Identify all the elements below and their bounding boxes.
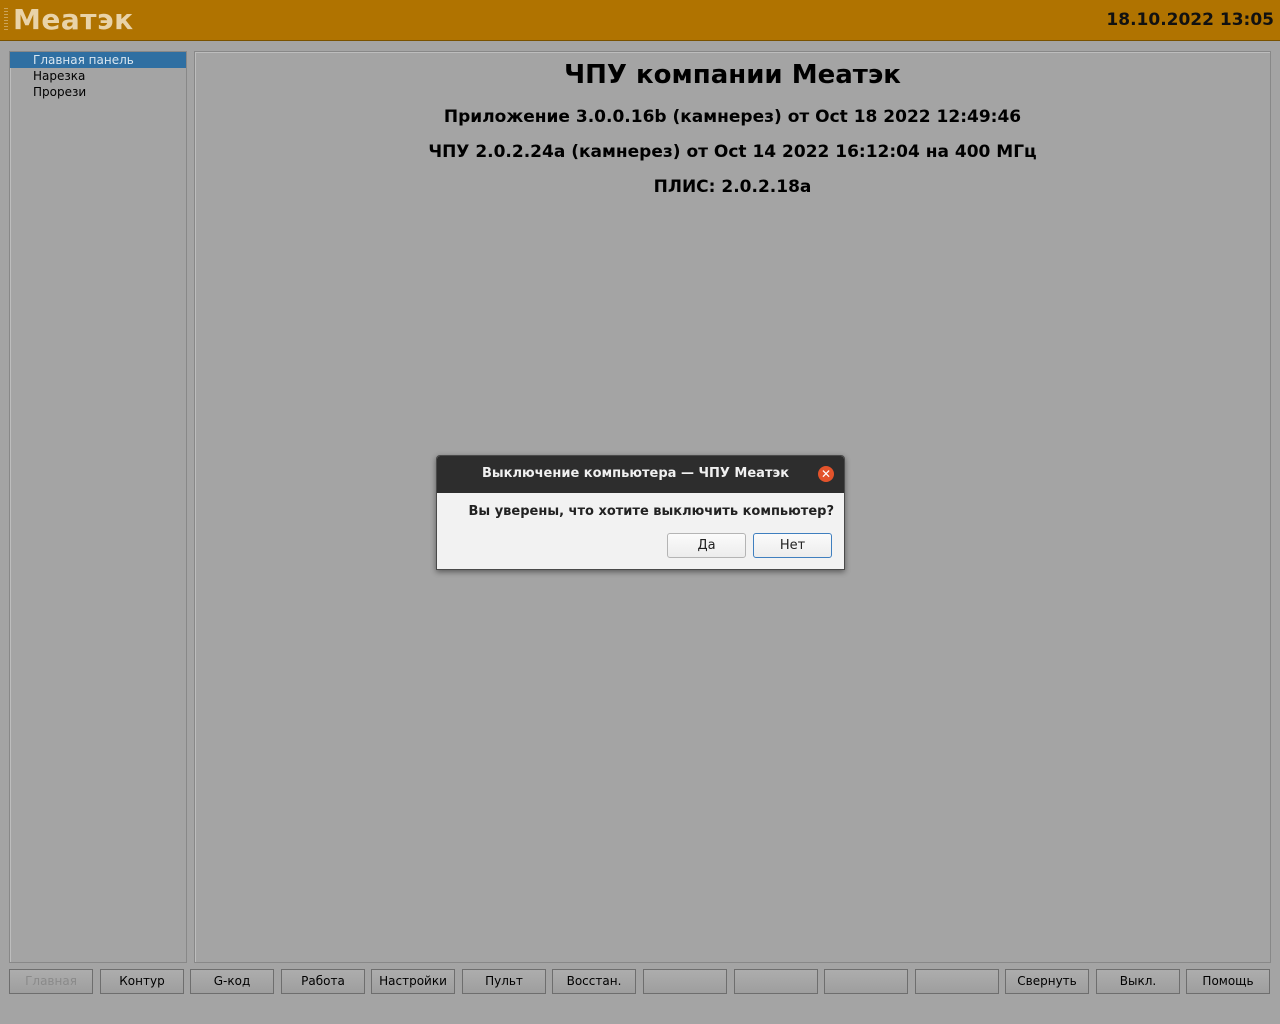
app-title: Меатэк [13,3,134,36]
sidebar: Главная панель Нарезка Прорези [9,51,187,963]
app-header: Меатэк 18.10.2022 13:05 [0,0,1280,41]
sidebar-item-cutting[interactable]: Нарезка [10,68,186,84]
datetime-display: 18.10.2022 13:05 [1106,10,1274,30]
footer-button-remote[interactable]: Пульт [462,969,546,994]
dialog-titlebar[interactable]: Выключение компьютера — ЧПУ Меатэк ✕ [437,456,844,493]
footer-button-work[interactable]: Работа [281,969,365,994]
footer-button-empty-3[interactable] [824,969,908,994]
footer-button-settings[interactable]: Настройки [371,969,455,994]
footer-button-restore[interactable]: Восстан. [552,969,636,994]
shutdown-dialog: Выключение компьютера — ЧПУ Меатэк ✕ Вы … [436,455,845,570]
footer-button-empty-4[interactable] [915,969,999,994]
dialog-message: Вы уверены, что хотите выключить компьют… [468,504,835,519]
sidebar-item-main-panel[interactable]: Главная панель [10,52,186,68]
sidebar-item-slots[interactable]: Прорези [10,84,186,100]
cnc-version-text: ЧПУ 2.0.2.24a (камнерез) от Oct 14 2022 … [428,142,1037,162]
page-title: ЧПУ компании Меатэк [564,60,901,90]
app-version-text: Приложение 3.0.0.16b (камнерез) от Oct 1… [443,107,1022,127]
footer-toolbar: Главная Контур G-код Работа Настройки Пу… [9,969,1271,994]
close-icon[interactable]: ✕ [818,466,834,482]
footer-button-contour[interactable]: Контур [100,969,184,994]
footer-button-empty-2[interactable] [734,969,818,994]
footer-button-empty-1[interactable] [643,969,727,994]
yes-button[interactable]: Да [667,533,746,558]
footer-button-gcode[interactable]: G-код [190,969,274,994]
footer-button-minimize[interactable]: Свернуть [1005,969,1089,994]
dialog-title: Выключение компьютера — ЧПУ Меатэк [481,466,790,481]
grip-handle [4,8,8,32]
no-button[interactable]: Нет [753,533,832,558]
footer-button-home[interactable]: Главная [9,969,93,994]
fpga-version-text: ПЛИС: 2.0.2.18a [653,177,812,197]
footer-button-shutdown[interactable]: Выкл. [1096,969,1180,994]
footer-button-help[interactable]: Помощь [1186,969,1270,994]
